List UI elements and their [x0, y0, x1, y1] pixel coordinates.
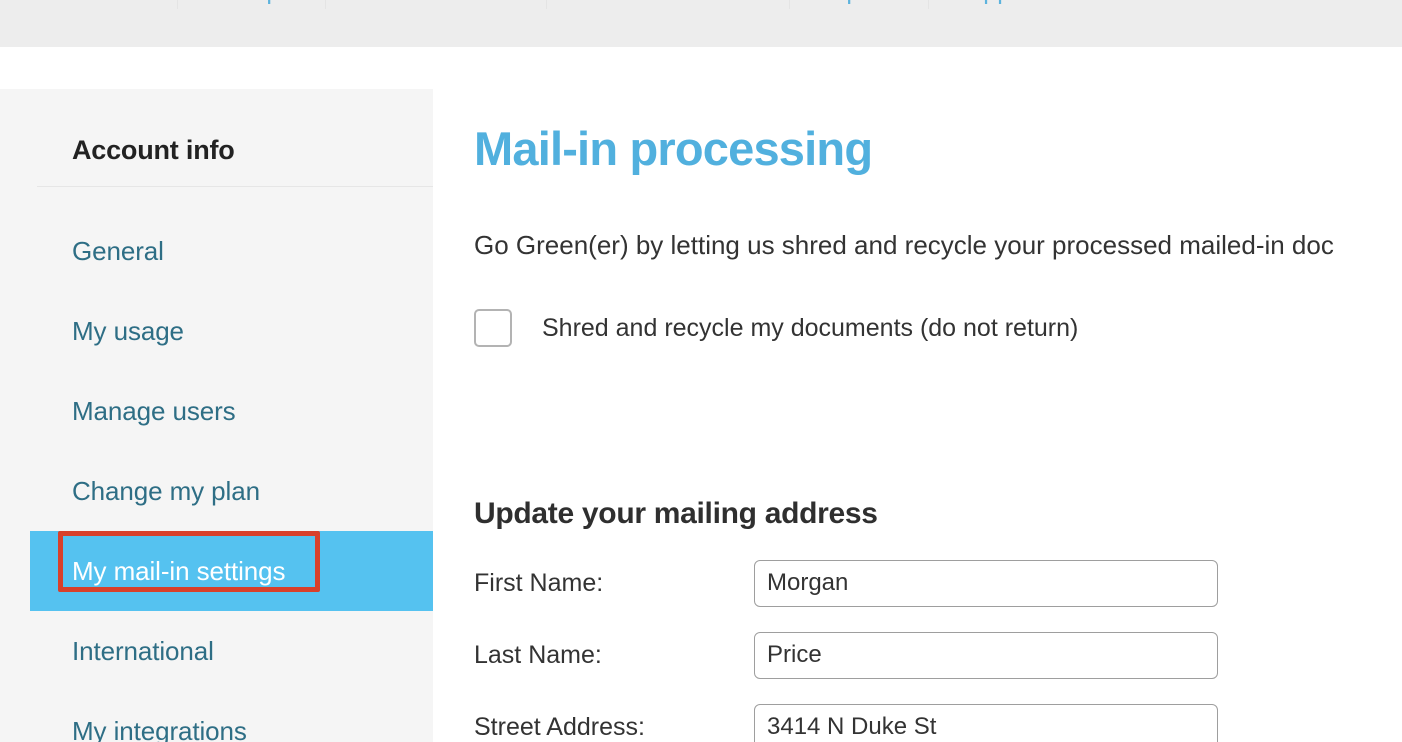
top-navigation-bar: Overview Receipts Business cards Other d…	[0, 0, 1402, 47]
app-root: Overview Receipts Business cards Other d…	[0, 0, 1402, 742]
street-address-input[interactable]	[754, 703, 1218, 742]
sidebar-item-label: International	[72, 636, 214, 666]
first-name-input[interactable]	[754, 559, 1218, 607]
nav-tab-reports[interactable]: Reports	[789, 0, 927, 15]
nav-tab-label: Overview	[47, 0, 152, 6]
form-row-first-name: First Name:	[474, 547, 1374, 619]
sidebar-item-manage-users[interactable]: Manage users	[0, 371, 433, 451]
main-content: Mail-in processing Go Green(er) by letti…	[433, 89, 1402, 742]
sidebar-item-label: Manage users	[72, 396, 236, 426]
nav-tab-overview[interactable]: Overview	[0, 0, 177, 15]
first-name-label: First Name:	[474, 568, 604, 597]
nav-tab-support[interactable]: Support	[927, 0, 1066, 15]
sidebar-item-my-integrations[interactable]: My integrations	[0, 691, 433, 742]
sidebar-item-general[interactable]: General	[0, 211, 433, 291]
account-sidebar: Account info General My usage Manage use…	[0, 89, 433, 742]
nav-tab-business-cards[interactable]: Business cards	[325, 0, 546, 15]
sidebar-item-label: Change my plan	[72, 476, 260, 506]
form-row-last-name: Last Name:	[474, 619, 1374, 691]
sidebar-item-label: My integrations	[72, 716, 247, 742]
sidebar-item-change-my-plan[interactable]: Change my plan	[0, 451, 433, 531]
sidebar-item-my-usage[interactable]: My usage	[0, 291, 433, 371]
sidebar-nav-list: General My usage Manage users Change my …	[0, 211, 433, 742]
last-name-label: Last Name:	[474, 640, 602, 669]
nav-tab-receipts[interactable]: Receipts	[177, 0, 325, 15]
intro-description: Go Green(er) by letting us shred and rec…	[474, 230, 1334, 260]
sidebar-item-label: My usage	[72, 316, 184, 346]
shred-recycle-checkbox-label: Shred and recycle my documents (do not r…	[542, 313, 1079, 342]
nav-tab-label: Other documents	[571, 0, 764, 6]
sidebar-item-label: General	[72, 236, 164, 266]
sidebar-item-international[interactable]: International	[0, 611, 433, 691]
sidebar-item-my-mail-in-settings[interactable]: My mail-in settings	[30, 531, 433, 611]
nav-tab-label: Receipts	[202, 0, 300, 6]
last-name-input[interactable]	[754, 631, 1218, 679]
form-row-street-address: Street Address:	[474, 691, 1374, 742]
nav-tab-label: Support	[953, 0, 1041, 6]
sidebar-divider	[37, 186, 433, 187]
page-title: Mail-in processing	[474, 122, 873, 175]
shred-recycle-checkbox[interactable]	[474, 309, 512, 347]
section-title-mailing-address: Update your mailing address	[474, 497, 878, 530]
sidebar-item-label: My mail-in settings	[72, 556, 286, 586]
nav-tab-label: Reports	[814, 0, 902, 6]
mailing-address-form: First Name: Last Name: Street Address: A…	[474, 547, 1374, 742]
sidebar-heading: Account info	[72, 135, 235, 165]
shred-recycle-checkbox-row[interactable]: Shred and recycle my documents (do not r…	[474, 309, 1078, 347]
nav-tab-other-documents[interactable]: Other documents	[546, 0, 789, 15]
street-address-label: Street Address:	[474, 712, 645, 741]
nav-tab-label: Business cards	[350, 0, 521, 6]
